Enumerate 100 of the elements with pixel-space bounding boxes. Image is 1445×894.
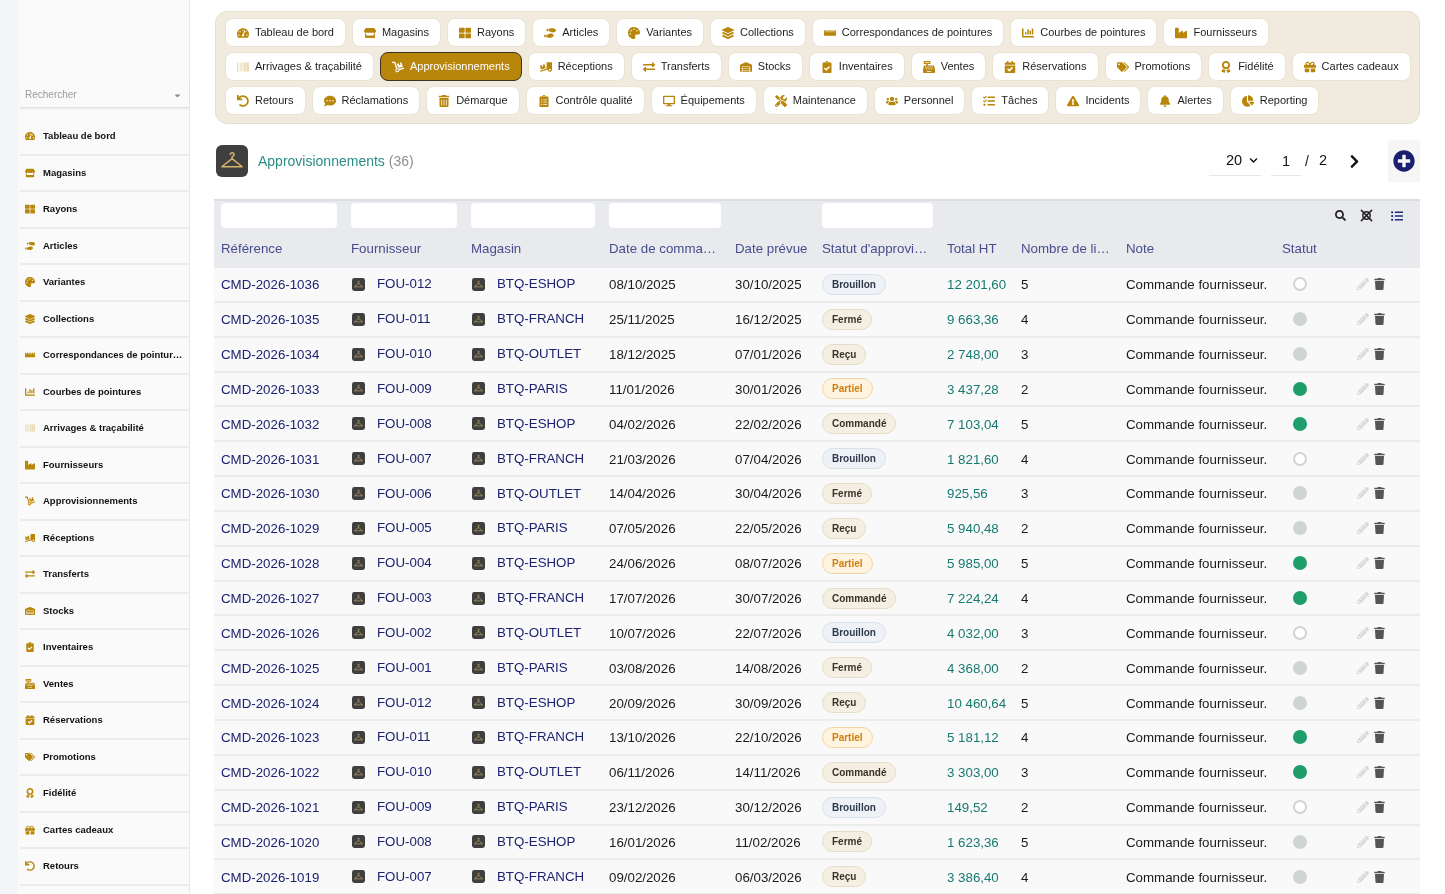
supplier-link[interactable]: FOU-003 (377, 588, 432, 608)
trash-icon[interactable] (1374, 348, 1385, 361)
store-link[interactable]: BTQ-FRANCH (497, 309, 585, 330)
supplier-link[interactable]: FOU-008 (377, 831, 432, 852)
trash-icon[interactable] (1374, 592, 1385, 604)
trash-icon[interactable] (1374, 452, 1385, 465)
order-reference-link[interactable]: CMD-2026-1029 (221, 521, 320, 537)
sidebar-item[interactable]: Ventes (20, 666, 189, 703)
store-link[interactable]: BTQ-OUTLET (497, 622, 582, 643)
nav-button[interactable]: Articles (532, 18, 611, 47)
nav-button[interactable]: Personnel (873, 86, 966, 115)
sidebar-item[interactable]: Transferts (20, 557, 189, 594)
nav-button[interactable]: Contrôle qualité (525, 86, 645, 115)
store-link[interactable]: BTQ-FRANCH (497, 448, 585, 469)
nav-button[interactable]: Magasins (351, 18, 441, 47)
order-reference-link[interactable]: CMD-2026-1027 (221, 591, 320, 606)
supplier-link[interactable]: FOU-009 (377, 797, 432, 818)
sidebar-item[interactable]: Arrivages & traçabilité (20, 411, 189, 448)
nav-button[interactable]: Stocks (727, 52, 803, 81)
store-link[interactable]: BTQ-FRANCH (497, 727, 585, 748)
nav-button[interactable]: Collections (710, 18, 806, 47)
next-page-button[interactable] (1349, 153, 1360, 169)
supplier-link[interactable]: FOU-011 (377, 309, 431, 330)
nav-button[interactable]: Cartes cadeaux (1291, 52, 1411, 81)
sidebar-item[interactable]: Variantes (20, 265, 189, 302)
order-reference-link[interactable]: CMD-2026-1021 (221, 800, 320, 816)
order-reference-link[interactable]: CMD-2026-1030 (221, 486, 320, 502)
supplier-link[interactable]: FOU-004 (377, 553, 432, 574)
order-reference-link[interactable]: CMD-2026-1022 (221, 765, 320, 781)
sidebar-item[interactable]: Inventaires (20, 630, 189, 667)
nav-button[interactable]: Reporting (1229, 86, 1320, 115)
column-header[interactable]: Date prévue (735, 241, 808, 256)
supplier-link[interactable]: FOU-007 (377, 448, 432, 469)
nav-button[interactable]: Variantes (616, 18, 704, 47)
nav-button[interactable]: Fidélité (1208, 52, 1286, 81)
trash-icon[interactable] (1374, 626, 1385, 639)
order-reference-link[interactable]: CMD-2026-1020 (221, 834, 320, 850)
store-link[interactable]: BTQ-OUTLET (497, 762, 582, 783)
store-link[interactable]: BTQ-PARIS (497, 657, 568, 678)
sidebar-item[interactable]: Magasins (20, 155, 189, 192)
sidebar-item[interactable]: Retours (20, 849, 189, 886)
sidebar-item[interactable]: Cartes cadeaux (20, 812, 189, 849)
store-link[interactable]: BTQ-OUTLET (497, 483, 582, 504)
order-reference-link[interactable]: CMD-2026-1031 (221, 451, 320, 467)
nav-button[interactable]: Tâches (971, 86, 1050, 115)
trash-icon[interactable] (1374, 801, 1385, 814)
order-reference-link[interactable]: CMD-2026-1032 (221, 416, 320, 432)
nav-button[interactable]: Transferts (630, 52, 722, 81)
sidebar-item[interactable]: Réservations (20, 703, 189, 740)
supplier-link[interactable]: FOU-010 (377, 344, 432, 365)
sidebar-item[interactable]: Fournisseurs (20, 447, 189, 484)
sidebar-item[interactable]: Réceptions (20, 520, 189, 557)
nav-button[interactable]: Démarque (426, 86, 520, 115)
nav-button[interactable]: Inventaires (808, 52, 905, 81)
nav-button[interactable]: Réceptions (527, 52, 625, 81)
column-header[interactable]: Date de comma… (609, 241, 717, 256)
supplier-link[interactable]: FOU-012 (377, 692, 432, 713)
column-header[interactable]: Magasin (471, 241, 522, 256)
sidebar-item[interactable]: Collections (20, 301, 189, 338)
supplier-link[interactable]: FOU-006 (377, 483, 432, 504)
supplier-link[interactable]: FOU-009 (377, 379, 432, 399)
trash-icon[interactable] (1374, 766, 1385, 779)
supplier-link[interactable]: FOU-002 (377, 622, 432, 643)
trash-icon[interactable] (1374, 661, 1385, 674)
column-header[interactable]: Référence (221, 241, 283, 256)
page-size-select[interactable]: 20 (1209, 146, 1262, 176)
store-link[interactable]: BTQ-OUTLET (497, 344, 582, 365)
store-link[interactable]: BTQ-ESHOP (497, 692, 576, 713)
nav-button[interactable]: Promotions (1104, 52, 1203, 81)
store-link[interactable]: BTQ-ESHOP (497, 831, 576, 852)
trash-icon[interactable] (1374, 278, 1385, 291)
supplier-link[interactable]: FOU-011 (377, 727, 431, 748)
order-reference-link[interactable]: CMD-2026-1019 (221, 869, 320, 885)
store-link[interactable]: BTQ-ESHOP (497, 413, 576, 434)
nav-button[interactable]: Alertes (1147, 86, 1224, 115)
order-reference-link[interactable]: CMD-2026-1028 (221, 556, 320, 572)
supplier-link[interactable]: FOU-010 (377, 762, 432, 783)
order-reference-link[interactable]: CMD-2026-1026 (221, 625, 320, 641)
supplier-link[interactable]: FOU-005 (377, 518, 432, 539)
trash-icon[interactable] (1374, 835, 1385, 848)
order-reference-link[interactable]: CMD-2026-1035 (221, 312, 320, 328)
sidebar-item[interactable]: Articles (20, 228, 189, 265)
sidebar-item[interactable]: Courbes de pointures (20, 374, 189, 411)
search-field[interactable]: Rechercher (20, 82, 189, 108)
nav-button[interactable]: Équipements (650, 86, 757, 115)
column-header[interactable]: Fournisseur (351, 241, 422, 256)
list-icon[interactable] (1391, 209, 1403, 222)
store-link[interactable]: BTQ-FRANCH (497, 588, 585, 608)
trash-icon[interactable] (1374, 417, 1385, 430)
store-link[interactable]: BTQ-ESHOP (497, 553, 576, 574)
store-link[interactable]: BTQ-ESHOP (497, 274, 576, 295)
column-header[interactable]: Statut d'approvi… (822, 241, 928, 256)
sidebar-item[interactable]: Correspondances de pointur… (20, 338, 189, 375)
trash-icon[interactable] (1374, 557, 1385, 570)
crossed-circle-icon[interactable] (1360, 209, 1373, 222)
sidebar-item[interactable]: Tableau de bord (20, 119, 189, 156)
supplier-link[interactable]: FOU-008 (377, 413, 432, 434)
column-header[interactable]: Note (1126, 241, 1155, 256)
trash-icon[interactable] (1374, 487, 1385, 500)
nav-button[interactable]: Fournisseurs (1163, 18, 1269, 47)
